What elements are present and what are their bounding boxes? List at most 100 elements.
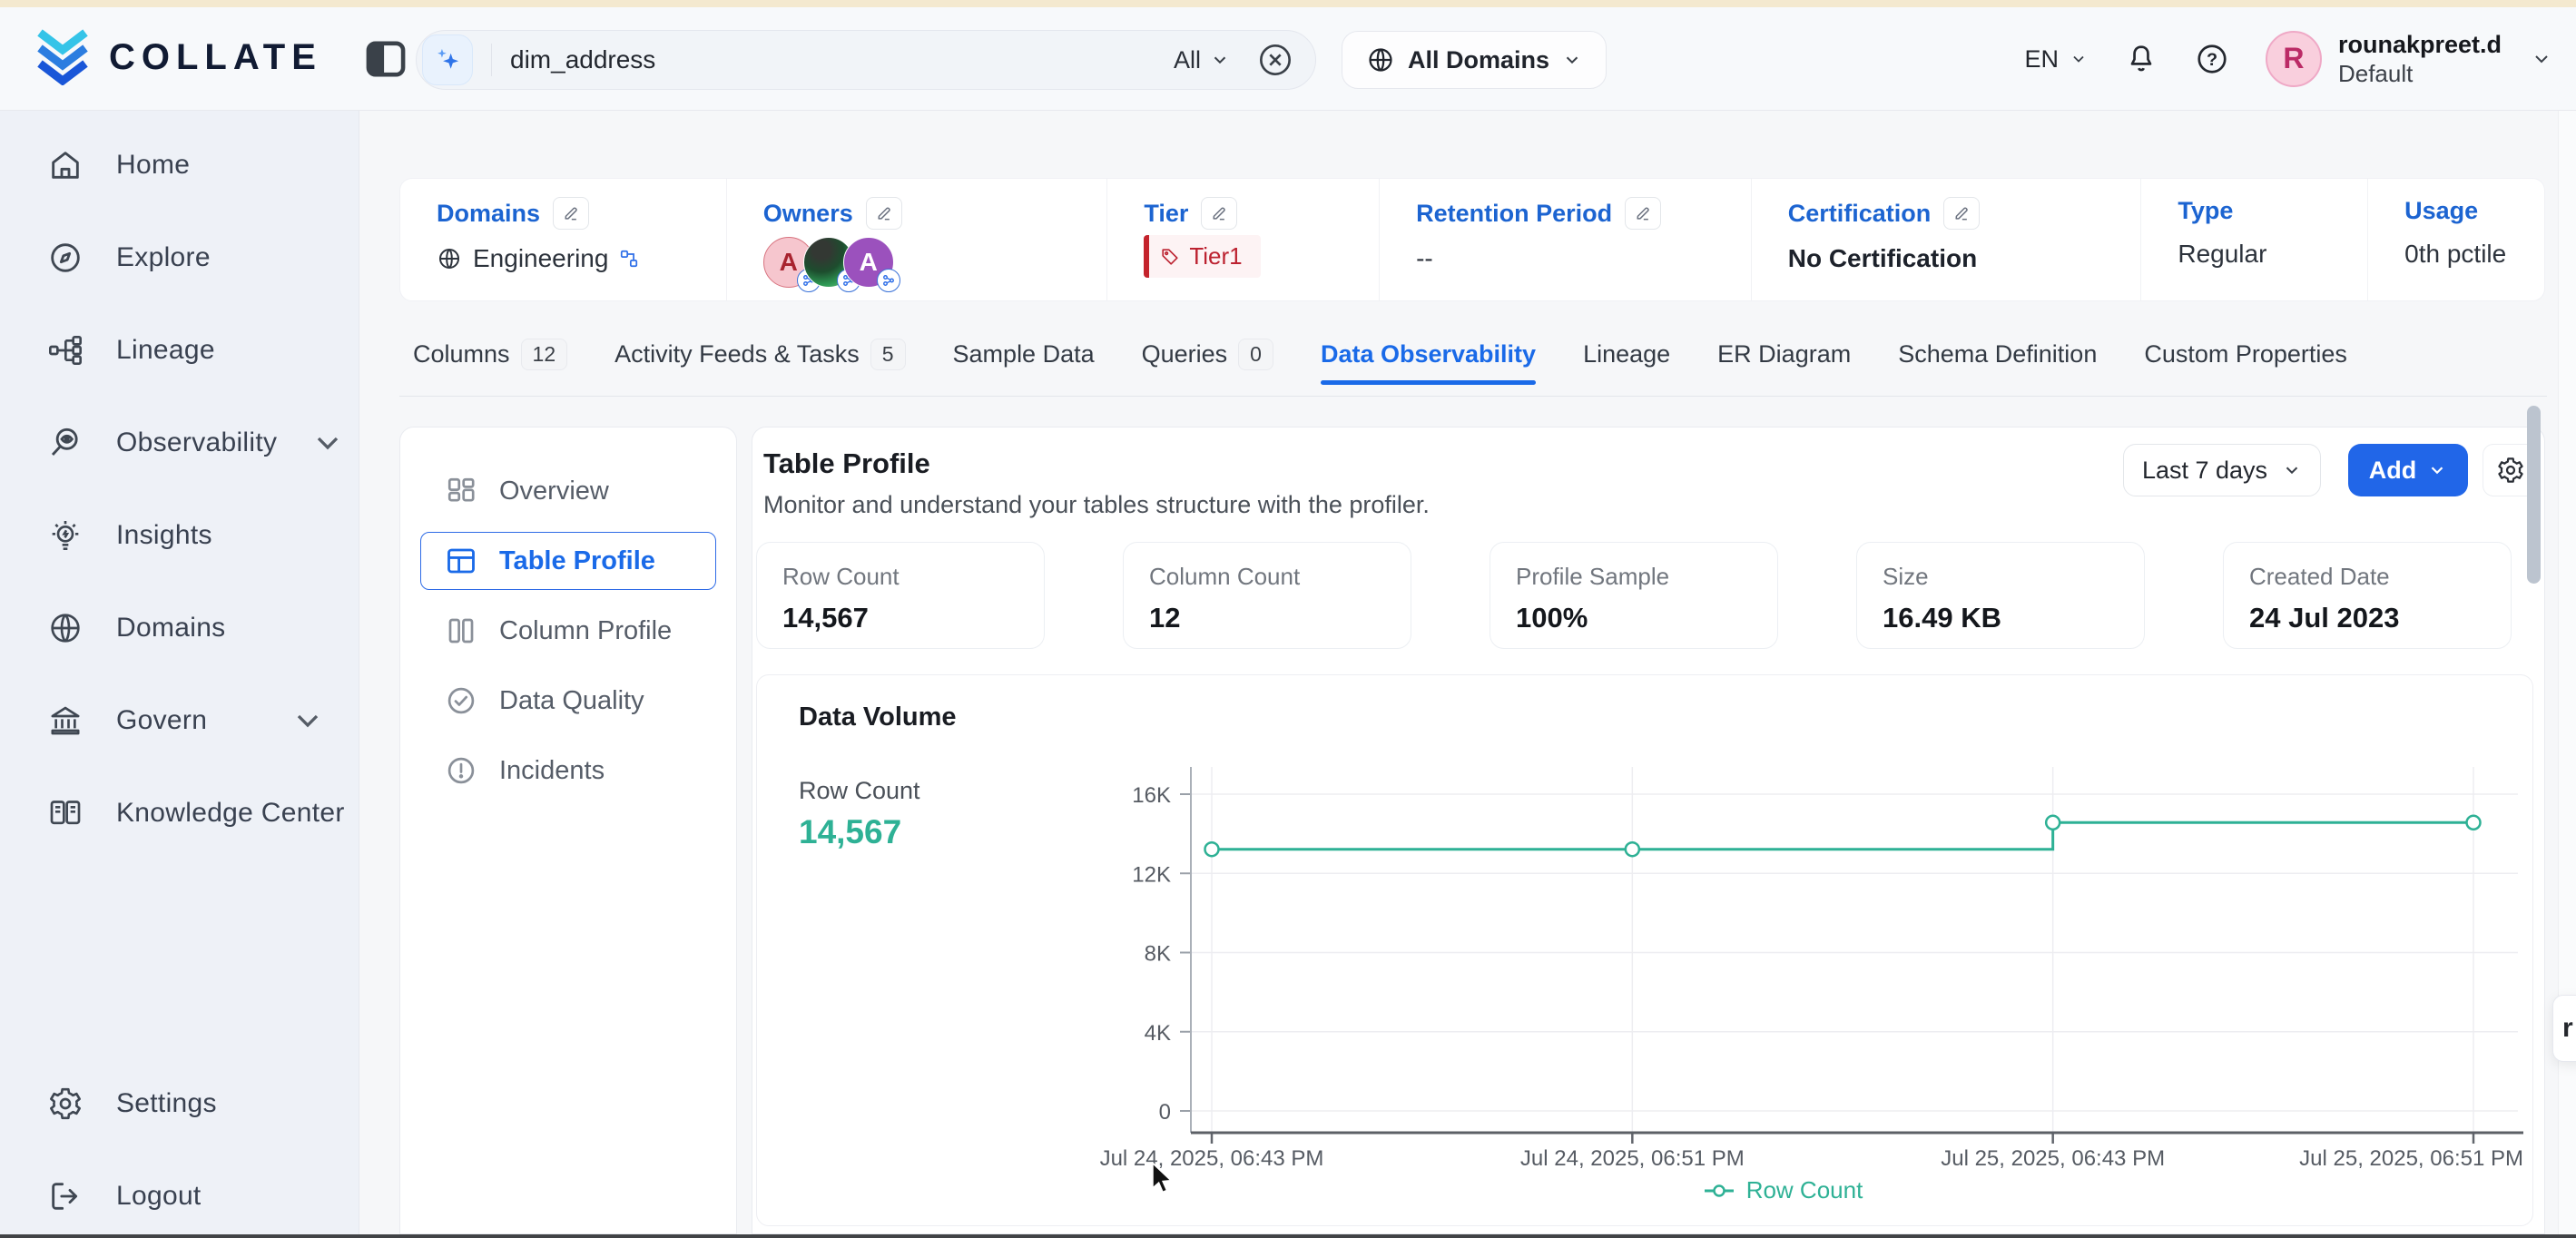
legend-row-count[interactable]: Row Count bbox=[1029, 1176, 2536, 1204]
sidebar-item-explore[interactable]: Explore bbox=[0, 229, 359, 287]
svg-text:12K: 12K bbox=[1132, 862, 1171, 887]
pencil-icon bbox=[562, 204, 580, 222]
gear-icon bbox=[2496, 456, 2525, 485]
tab-queries[interactable]: Queries0 bbox=[1142, 339, 1273, 374]
chart-metric-value: 14,567 bbox=[799, 813, 901, 851]
edit-tier-button[interactable] bbox=[1201, 197, 1237, 230]
notifications-button[interactable] bbox=[2124, 42, 2158, 76]
sidebar-item-home[interactable]: Home bbox=[0, 136, 359, 194]
scrollbar-thumb[interactable] bbox=[2527, 406, 2541, 584]
retention-value: -- bbox=[1416, 244, 1433, 273]
brand-logo[interactable]: COLLATE bbox=[33, 29, 322, 85]
bank-icon bbox=[47, 703, 84, 739]
tab-custom-properties[interactable]: Custom Properties bbox=[2144, 340, 2347, 372]
usage-value: 0th pctile bbox=[2404, 240, 2506, 269]
question-circle-icon: ? bbox=[2195, 42, 2229, 76]
chevron-down-icon bbox=[2531, 48, 2552, 70]
svg-text:Jul 25, 2025, 06:43 PM: Jul 25, 2025, 06:43 PM bbox=[1941, 1146, 2165, 1171]
chevron-down-icon bbox=[1210, 50, 1230, 70]
search-clear-button[interactable] bbox=[1257, 42, 1293, 78]
compass-icon bbox=[47, 240, 84, 276]
subnav-overview[interactable]: Overview bbox=[420, 462, 716, 520]
meta-retention-period: Retention Period -- bbox=[1380, 179, 1752, 300]
time-range-dropdown[interactable]: Last 7 days bbox=[2123, 444, 2321, 496]
edit-retention-button[interactable] bbox=[1625, 197, 1661, 230]
stat-card-created-date: Created Date 24 Jul 2023 bbox=[2223, 542, 2512, 649]
owner-avatars[interactable]: A A bbox=[763, 237, 1107, 288]
user-avatar: R bbox=[2266, 31, 2322, 87]
svg-text:Jul 25, 2025, 06:51 PM: Jul 25, 2025, 06:51 PM bbox=[2299, 1146, 2523, 1171]
domains-value[interactable]: Engineering bbox=[437, 244, 726, 273]
tab-sample-data[interactable]: Sample Data bbox=[953, 340, 1095, 372]
floating-widget[interactable]: r bbox=[2552, 995, 2576, 1062]
sidebar-collapse-button[interactable] bbox=[365, 40, 407, 78]
pencil-icon bbox=[1634, 204, 1652, 222]
search-scope-dropdown[interactable]: All bbox=[1174, 46, 1230, 74]
sidebar-item-settings[interactable]: Settings bbox=[0, 1075, 359, 1133]
row-count-chart[interactable]: 04K8K12K16KJul 24, 2025, 06:43 PMJul 24,… bbox=[1029, 748, 2536, 1174]
chevron-down-icon bbox=[2427, 460, 2447, 480]
brand-name: COLLATE bbox=[109, 37, 322, 78]
pencil-icon bbox=[875, 204, 893, 222]
mouse-cursor bbox=[1151, 1162, 1178, 1196]
bell-icon bbox=[2124, 42, 2158, 76]
subnav-data-quality[interactable]: Data Quality bbox=[420, 672, 716, 730]
gear-icon bbox=[47, 1086, 84, 1122]
subnav-column-profile[interactable]: Column Profile bbox=[420, 602, 716, 660]
meta-usage: Usage 0th pctile bbox=[2368, 179, 2544, 300]
chevron-down-icon bbox=[310, 425, 346, 461]
meta-type: Type Regular bbox=[2141, 179, 2368, 300]
ai-sparkle-button[interactable] bbox=[422, 34, 473, 85]
sidebar-item-knowledge-center[interactable]: Knowledge Center bbox=[0, 784, 359, 842]
globe-icon bbox=[1366, 45, 1395, 74]
edit-domains-button[interactable] bbox=[553, 197, 589, 230]
tab-columns[interactable]: Columns12 bbox=[413, 339, 567, 374]
tier-badge[interactable]: Tier1 bbox=[1144, 235, 1260, 278]
sidebar-item-logout[interactable]: Logout bbox=[0, 1167, 359, 1225]
user-team: Default bbox=[2338, 60, 2502, 88]
svg-text:8K: 8K bbox=[1145, 942, 1171, 967]
header-actions: EN ? R rounakpreet.d bbox=[2024, 7, 2552, 111]
logout-icon bbox=[47, 1178, 84, 1214]
sidebar-item-govern[interactable]: Govern bbox=[0, 692, 359, 750]
lineage-icon bbox=[47, 332, 84, 368]
legend-marker-icon bbox=[1703, 1183, 1735, 1199]
globe-icon bbox=[47, 610, 84, 646]
globe-icon bbox=[437, 246, 462, 271]
meta-domains: Domains Engineering bbox=[400, 179, 727, 300]
tab-er-diagram[interactable]: ER Diagram bbox=[1717, 340, 1851, 372]
page-scrollbar-track[interactable] bbox=[2558, 111, 2576, 1234]
add-button[interactable]: Add bbox=[2348, 444, 2468, 496]
avatar: A bbox=[843, 237, 894, 288]
collate-logo-icon bbox=[33, 29, 93, 85]
tab-activity-feeds[interactable]: Activity Feeds & Tasks5 bbox=[615, 339, 905, 374]
observability-icon bbox=[47, 425, 84, 461]
subnav-incidents[interactable]: Incidents bbox=[420, 742, 716, 800]
search-input[interactable]: dim_address bbox=[510, 45, 655, 74]
tab-schema-definition[interactable]: Schema Definition bbox=[1898, 340, 2097, 372]
domain-filter-dropdown[interactable]: All Domains bbox=[1342, 31, 1607, 89]
tab-data-observability[interactable]: Data Observability bbox=[1321, 340, 1536, 372]
columns-icon bbox=[445, 614, 477, 647]
sidebar-nav: Home Explore Lineage Observability Insig… bbox=[0, 111, 359, 842]
subnav-table-profile[interactable]: Table Profile bbox=[420, 532, 716, 590]
profiler-subnav: Overview Table Profile Column Profile Da… bbox=[399, 427, 737, 1234]
svg-text:Jul 24, 2025, 06:43 PM: Jul 24, 2025, 06:43 PM bbox=[1100, 1146, 1324, 1171]
language-dropdown[interactable]: EN bbox=[2024, 45, 2088, 74]
tab-lineage[interactable]: Lineage bbox=[1583, 340, 1670, 372]
sidebar-item-insights[interactable]: Insights bbox=[0, 506, 359, 565]
sidebar-item-lineage[interactable]: Lineage bbox=[0, 321, 359, 379]
edit-owners-button[interactable] bbox=[866, 197, 902, 230]
svg-text:0: 0 bbox=[1159, 1100, 1171, 1125]
sidebar-item-domains[interactable]: Domains bbox=[0, 599, 359, 657]
sidebar-item-observability[interactable]: Observability bbox=[0, 414, 359, 472]
stat-card-profile-sample: Profile Sample 100% bbox=[1490, 542, 1778, 649]
help-button[interactable]: ? bbox=[2195, 42, 2229, 76]
home-icon bbox=[47, 147, 84, 183]
link-icon bbox=[619, 249, 639, 269]
collapse-sidebar-icon bbox=[365, 40, 407, 78]
edit-certification-button[interactable] bbox=[1943, 197, 1980, 230]
divider bbox=[399, 396, 2547, 397]
global-search-bar[interactable]: dim_address All bbox=[416, 30, 1316, 90]
user-menu[interactable]: R rounakpreet.d Default bbox=[2266, 30, 2552, 88]
